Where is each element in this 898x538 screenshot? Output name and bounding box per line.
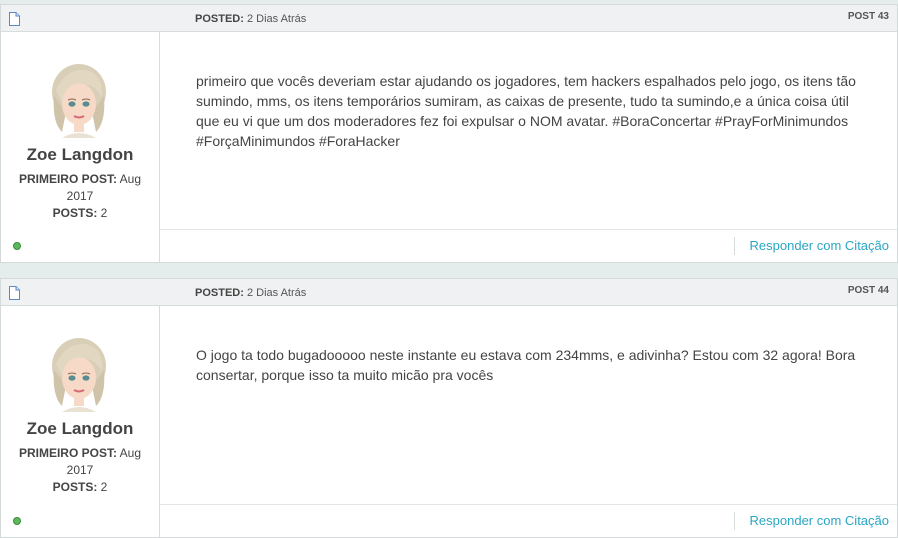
reply-with-quote-link[interactable]: Responder com Citação bbox=[750, 238, 889, 253]
posted-date: POSTED: 2 Dias Atrás bbox=[195, 287, 306, 299]
document-icon[interactable] bbox=[9, 12, 20, 26]
user-info-panel: Zoe Langdon PRIMEIRO POST: Aug 2017 POST… bbox=[1, 32, 160, 262]
posts-count-label: POSTS: bbox=[52, 480, 98, 494]
online-status-icon bbox=[13, 517, 21, 525]
online-status-icon bbox=[13, 242, 21, 250]
posted-time: 2 Dias Atrás bbox=[246, 287, 307, 299]
posts-count-label: POSTS: bbox=[52, 206, 98, 220]
user-meta: PRIMEIRO POST: Aug 2017 POSTS: 2 bbox=[9, 445, 151, 496]
post-content: O jogo ta todo bugadooooo neste instante… bbox=[196, 347, 856, 383]
user-info-panel: Zoe Langdon PRIMEIRO POST: Aug 2017 POST… bbox=[1, 306, 160, 537]
first-post-label: PRIMEIRO POST: bbox=[18, 172, 117, 186]
avatar[interactable] bbox=[46, 336, 112, 412]
posts-count-value: 2 bbox=[100, 206, 108, 220]
posted-label: POSTED: bbox=[195, 287, 244, 299]
posted-label: POSTED: bbox=[195, 13, 244, 25]
first-post-label: PRIMEIRO POST: bbox=[18, 446, 117, 460]
post-content: primeiro que vocês deveriam estar ajudan… bbox=[196, 73, 856, 149]
posts-count-value: 2 bbox=[100, 480, 108, 494]
post-footer-divider bbox=[160, 229, 897, 230]
post-header: POSTED: 2 Dias Atrás POST 43 bbox=[1, 5, 897, 32]
user-meta: PRIMEIRO POST: Aug 2017 POSTS: 2 bbox=[9, 171, 151, 222]
post-number[interactable]: POST 43 bbox=[848, 11, 889, 22]
post-footer-divider bbox=[160, 504, 897, 505]
username[interactable]: Zoe Langdon bbox=[1, 419, 159, 439]
post-number[interactable]: POST 44 bbox=[848, 285, 889, 296]
document-icon[interactable] bbox=[9, 286, 20, 300]
forum-post: POSTED: 2 Dias Atrás POST 44 Zoe Langdon… bbox=[0, 278, 898, 538]
reply-separator bbox=[734, 512, 735, 530]
post-header: POSTED: 2 Dias Atrás POST 44 bbox=[1, 279, 897, 306]
reply-separator bbox=[734, 237, 735, 255]
username[interactable]: Zoe Langdon bbox=[1, 145, 159, 165]
avatar[interactable] bbox=[46, 62, 112, 138]
reply-with-quote-link[interactable]: Responder com Citação bbox=[750, 513, 889, 528]
forum-post: POSTED: 2 Dias Atrás POST 43 Zoe Langdon… bbox=[0, 4, 898, 263]
posted-time: 2 Dias Atrás bbox=[246, 13, 307, 25]
posted-date: POSTED: 2 Dias Atrás bbox=[195, 13, 306, 25]
